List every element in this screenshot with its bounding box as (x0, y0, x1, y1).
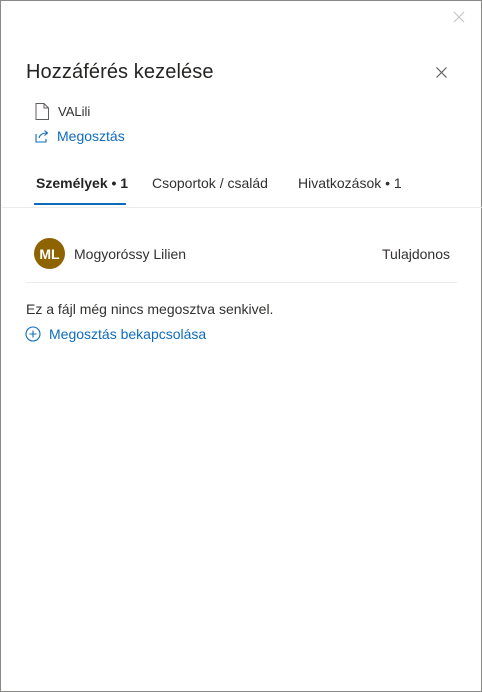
panel-title: Hozzáférés kezelése (26, 61, 214, 83)
tab-groups[interactable]: Csoportok / család (152, 168, 268, 204)
panel-close-button[interactable] (431, 62, 451, 82)
tab-people-label: Személyek • 1 (36, 175, 129, 191)
share-link-label: Megosztás (57, 128, 125, 144)
close-icon (453, 11, 465, 23)
tab-active-indicator (34, 203, 126, 205)
file-row: VALili (35, 103, 90, 120)
tab-links-label: Hivatkozások • 1 (298, 175, 402, 191)
close-icon (435, 66, 447, 78)
tab-people[interactable]: Személyek • 1 (26, 168, 129, 205)
tab-groups-label: Csoportok / család (152, 175, 268, 191)
enable-sharing-label: Megosztás bekapcsolása (49, 326, 207, 342)
file-name: VALili (58, 104, 91, 119)
avatar: ML (34, 238, 65, 269)
enable-sharing-button[interactable]: Megosztás bekapcsolása (25, 326, 206, 342)
person-name: Mogyoróssy Lilien (74, 246, 187, 262)
person-divider (26, 282, 457, 283)
share-link[interactable]: Megosztás (35, 128, 125, 144)
dialog-frame: Hozzáférés kezelése VALili Megosztás Sze… (0, 0, 482, 692)
person-row[interactable]: ML Mogyoróssy Lilien Tulajdonos (34, 238, 452, 270)
tab-links[interactable]: Hivatkozások • 1 (298, 168, 402, 204)
outer-close-icon[interactable] (450, 8, 468, 26)
empty-state-message: Ez a fájl még nincs megosztva senkivel. (26, 301, 274, 317)
tab-divider (2, 207, 482, 208)
person-role: Tulajdonos (382, 246, 450, 262)
share-icon (35, 129, 50, 143)
plus-circle-icon (25, 326, 41, 342)
tab-bar: Személyek • 1 Csoportok / család Hivatko… (26, 168, 466, 206)
document-icon (35, 103, 49, 120)
